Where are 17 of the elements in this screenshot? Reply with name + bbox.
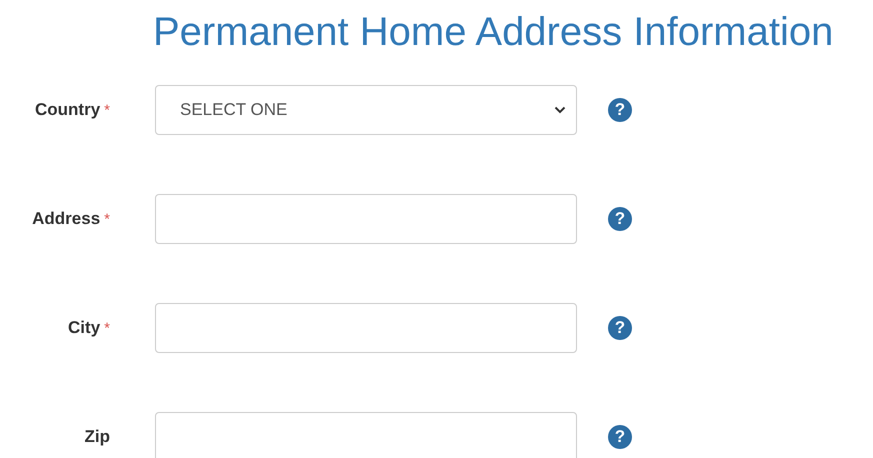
input-field[interactable] [155,194,577,244]
help-icon[interactable]: ? [608,316,632,340]
field-label: City [68,318,100,338]
chevron-down-icon [554,106,566,114]
field-label: Country [34,100,100,120]
required-asterisk: * [104,320,110,337]
country-dropdown[interactable]: SELECT ONE [155,85,577,135]
help-icon[interactable]: ? [608,98,632,122]
help-icon[interactable]: ? [608,425,632,449]
form-title: Permanent Home Address Information [153,9,834,56]
field-label: Zip [84,427,110,447]
input-field[interactable] [155,412,577,458]
required-asterisk: * [104,102,110,119]
field-label: Address [32,209,100,229]
required-asterisk: * [104,211,110,228]
input-field[interactable] [155,303,577,353]
help-icon[interactable]: ? [608,207,632,231]
